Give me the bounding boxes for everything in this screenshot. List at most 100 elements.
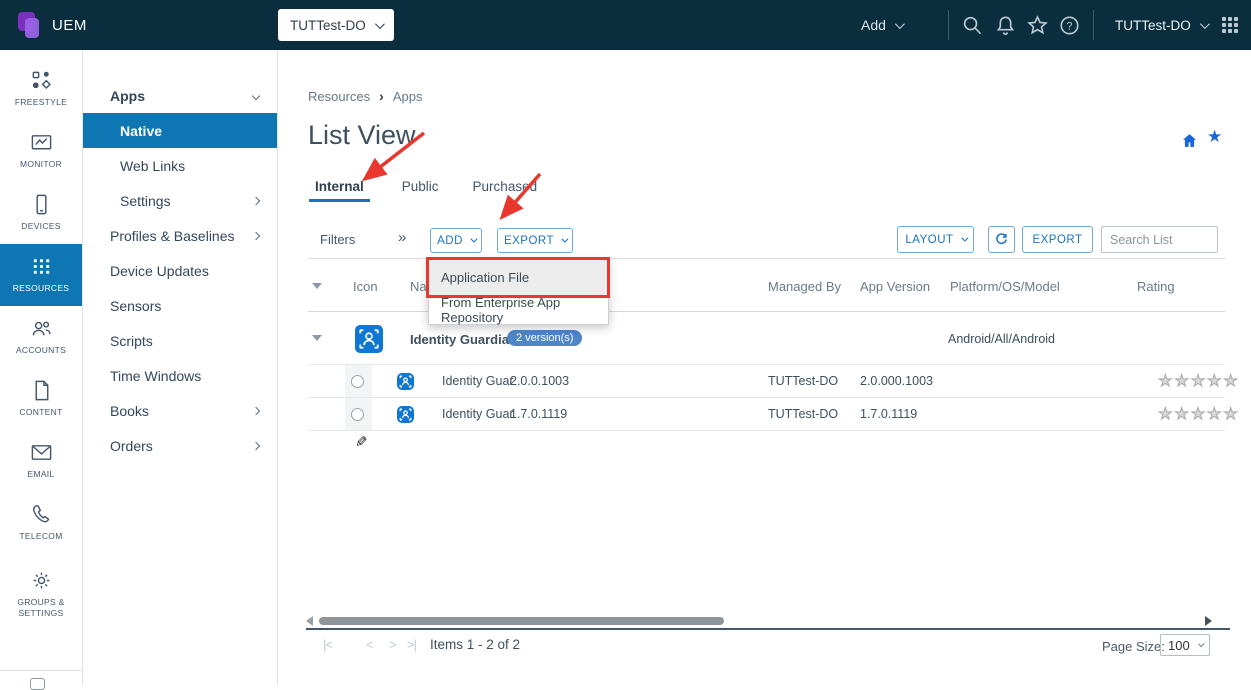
breadcrumb-separator-icon: › — [379, 88, 384, 104]
col-header-platform[interactable]: Platform/OS/Model — [950, 279, 1060, 294]
menu-item-enterprise-app-repository[interactable]: From Enterprise App Repository — [429, 295, 608, 324]
scrollbar-thumb[interactable] — [319, 617, 724, 625]
filters-expand-icon[interactable]: » — [398, 229, 406, 246]
horizontal-scrollbar — [306, 616, 1227, 626]
chevron-down-icon — [375, 19, 385, 29]
sidebar-item-time-windows[interactable]: Time Windows — [83, 358, 277, 393]
favorite-star-icon[interactable]: ★ — [1207, 127, 1222, 147]
notifications-bell-icon[interactable] — [994, 14, 1017, 37]
app-name-link[interactable]: Identity Guardian — [410, 332, 517, 347]
scroll-left-arrow-icon[interactable] — [306, 616, 313, 626]
account-menu[interactable]: TUTTest-DO — [1115, 0, 1207, 50]
rating-stars: ★★★★★ — [1153, 404, 1245, 424]
topbar-divider — [948, 10, 949, 40]
export-button[interactable]: EXPORT — [497, 228, 573, 253]
rail-item-email[interactable]: EMAIL — [0, 430, 82, 492]
expand-all-caret-icon[interactable] — [312, 283, 322, 289]
chevron-down-icon — [1198, 640, 1205, 647]
pager-prev-button[interactable]: < — [366, 637, 373, 652]
collapse-group-caret-icon[interactable] — [312, 335, 322, 341]
identity-guardian-app-icon-small — [397, 373, 414, 390]
sidebar-item-scripts[interactable]: Scripts — [83, 323, 277, 358]
version-inline: 2.0.0.1003 — [510, 374, 569, 388]
gear-icon — [30, 569, 53, 592]
row-radio-button[interactable] — [351, 408, 364, 421]
page-size-label: Page Size: — [1102, 639, 1165, 654]
breadcrumb-resources[interactable]: Resources — [308, 89, 370, 104]
sidebar-item-settings[interactable]: Settings — [83, 183, 277, 218]
freestyle-icon — [30, 69, 53, 92]
sidebar-section-apps[interactable]: Apps — [83, 78, 277, 113]
tab-internal[interactable]: Internal — [315, 176, 364, 202]
add-button[interactable]: ADD — [430, 228, 482, 253]
pager-first-button[interactable]: |< — [323, 637, 332, 652]
favorites-star-icon[interactable] — [1026, 14, 1049, 37]
app-type-tabs: Internal Public Purchased — [308, 176, 537, 202]
app-grid-icon[interactable] — [1222, 17, 1238, 33]
chevron-down-icon — [1200, 19, 1210, 29]
refresh-button[interactable] — [988, 226, 1015, 253]
app-name-link[interactable]: Identity Guar — [442, 374, 514, 388]
rail-item-content[interactable]: CONTENT — [0, 368, 82, 430]
layout-button[interactable]: LAYOUT — [897, 226, 974, 253]
search-icon[interactable] — [961, 14, 984, 37]
sidebar-item-device-updates[interactable]: Device Updates — [83, 253, 277, 288]
scroll-right-arrow-icon[interactable] — [1205, 616, 1212, 626]
app-version-row[interactable]: Identity Guar 1.7.0.1119 TUTTest-DO 1.7.… — [308, 398, 1225, 431]
page-title: List View — [308, 120, 416, 151]
managed-by-value: TUTTest-DO — [768, 374, 838, 388]
chevron-down-icon — [470, 236, 477, 243]
tab-public[interactable]: Public — [402, 176, 439, 202]
edit-pencil-icon[interactable]: ✎ — [355, 433, 368, 451]
filters-toggle[interactable]: Filters — [320, 232, 355, 247]
resources-submenu: Apps Native Web Links Settings Profiles … — [83, 50, 278, 685]
managed-by-value: TUTTest-DO — [768, 407, 838, 421]
sidebar-item-native[interactable]: Native — [83, 113, 277, 148]
search-list-input[interactable] — [1101, 226, 1218, 253]
app-version-value: 2.0.000.1003 — [860, 374, 933, 388]
add-dropdown-menu: Application File From Enterprise App Rep… — [428, 259, 609, 325]
rail-item-groups-settings[interactable]: GROUPS & SETTINGS — [0, 554, 82, 634]
breadcrumb: Resources › Apps — [308, 88, 422, 104]
rail-partial-icon — [30, 678, 45, 690]
resources-grid-icon — [30, 255, 53, 278]
sidebar-item-books[interactable]: Books — [83, 393, 277, 428]
organization-group-selector[interactable]: TUTTest-DO — [278, 9, 394, 41]
chevron-down-icon — [895, 19, 905, 29]
col-header-app-version[interactable]: App Version — [860, 279, 930, 294]
sidebar-item-sensors[interactable]: Sensors — [83, 288, 277, 323]
pager-last-button[interactable]: >| — [407, 637, 416, 652]
pager-next-button[interactable]: > — [389, 637, 396, 652]
page-size-select[interactable]: 100 — [1160, 634, 1210, 656]
help-icon[interactable]: ? — [1058, 14, 1081, 37]
col-header-rating[interactable]: Rating — [1137, 279, 1175, 294]
app-version-value: 1.7.0.1119 — [860, 407, 917, 421]
add-menu-button[interactable]: Add — [861, 0, 902, 50]
product-name: UEM — [52, 17, 87, 34]
breadcrumb-apps[interactable]: Apps — [393, 89, 423, 104]
col-header-icon[interactable]: Icon — [353, 279, 378, 294]
menu-item-application-file[interactable]: Application File — [429, 260, 608, 295]
rail-item-accounts[interactable]: ACCOUNTS — [0, 306, 82, 368]
rail-item-freestyle[interactable]: FREESTYLE — [0, 58, 82, 120]
email-envelope-icon — [30, 441, 53, 464]
sidebar-item-orders[interactable]: Orders — [83, 428, 277, 463]
row-radio-button[interactable] — [351, 375, 364, 388]
platform-value: Android/All/Android — [948, 332, 1055, 346]
tab-purchased[interactable]: Purchased — [473, 176, 538, 202]
rail-item-telecom[interactable]: TELECOM — [0, 492, 82, 554]
chevron-down-icon — [561, 236, 568, 243]
app-name-link[interactable]: Identity Guar — [442, 407, 514, 421]
rail-item-resources[interactable]: RESOURCES — [0, 244, 82, 306]
export-grid-button[interactable]: EXPORT — [1022, 226, 1093, 253]
devices-phone-icon — [30, 193, 53, 216]
chevron-down-icon — [252, 91, 260, 99]
version-count-badge: 2 version(s) — [507, 330, 582, 346]
col-header-managed-by[interactable]: Managed By — [768, 279, 841, 294]
home-icon[interactable] — [1181, 132, 1198, 149]
rail-item-monitor[interactable]: MONITOR — [0, 120, 82, 182]
rail-item-devices[interactable]: DEVICES — [0, 182, 82, 244]
sidebar-item-profiles-baselines[interactable]: Profiles & Baselines — [83, 218, 277, 253]
sidebar-item-web-links[interactable]: Web Links — [83, 148, 277, 183]
app-version-row[interactable]: Identity Guar 2.0.0.1003 TUTTest-DO 2.0.… — [308, 365, 1225, 398]
